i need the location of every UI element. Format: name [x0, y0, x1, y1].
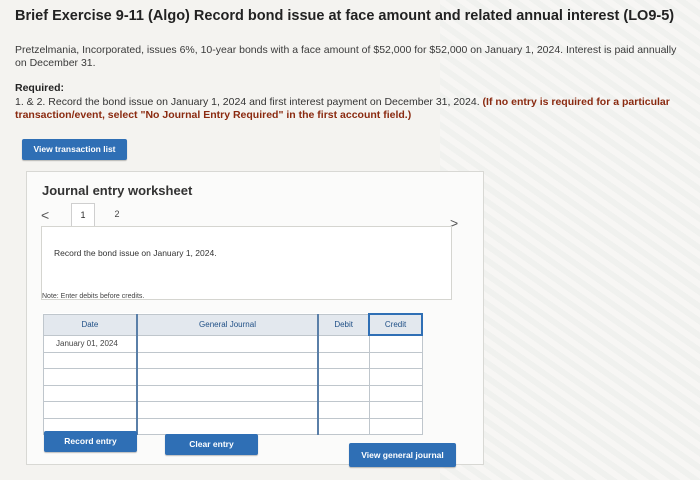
table-row	[42, 368, 423, 386]
credit-header: Credit	[368, 313, 423, 336]
debit-header: Debit	[317, 313, 370, 336]
debit-cell[interactable]	[317, 401, 370, 419]
required-text: 1. & 2. Record the bond issue on January…	[15, 96, 687, 122]
tab-2[interactable]: 2	[106, 203, 128, 225]
account-cell[interactable]	[135, 417, 320, 435]
debit-cell[interactable]	[317, 417, 370, 435]
required-label: Required:	[15, 82, 65, 94]
credit-cell[interactable]	[368, 401, 423, 419]
table-row	[42, 351, 423, 369]
account-cell[interactable]	[135, 384, 320, 402]
debit-cell[interactable]	[317, 351, 370, 369]
worksheet-title: Journal entry worksheet	[42, 183, 193, 198]
date-cell[interactable]	[42, 351, 138, 369]
problem-intro: Pretzelmania, Incorporated, issues 6%, 1…	[15, 44, 677, 69]
debit-cell[interactable]	[317, 334, 370, 353]
required-instruction: 1. & 2. Record the bond issue on January…	[15, 96, 480, 108]
tab-1[interactable]: 1	[71, 203, 95, 226]
credit-cell[interactable]	[368, 351, 423, 369]
debits-note: Note: Enter debits before credits.	[42, 293, 145, 300]
account-cell[interactable]	[135, 401, 320, 419]
credit-cell[interactable]	[368, 334, 423, 353]
transaction-description: Record the bond issue on January 1, 2024…	[54, 248, 217, 258]
credit-cell[interactable]	[368, 417, 423, 435]
date-header: Date	[42, 313, 138, 336]
credit-cell[interactable]	[368, 368, 423, 386]
debit-cell[interactable]	[317, 384, 370, 402]
general-journal-header: General Journal	[135, 313, 320, 336]
debit-cell[interactable]	[317, 368, 370, 386]
clear-entry-button[interactable]: Clear entry	[165, 434, 258, 455]
table-row: January 01, 2024	[42, 334, 423, 353]
page-title: Brief Exercise 9-11 (Algo) Record bond i…	[15, 8, 675, 24]
table-row	[42, 401, 423, 419]
view-transaction-list-button[interactable]: View transaction list	[22, 139, 127, 160]
date-cell[interactable]: January 01, 2024	[42, 334, 138, 353]
transaction-description-box: Record the bond issue on January 1, 2024…	[41, 226, 452, 300]
table-row	[42, 384, 423, 402]
account-cell[interactable]	[135, 368, 320, 386]
date-cell[interactable]	[42, 401, 138, 419]
journal-entry-worksheet: Journal entry worksheet < 1 2 > Record t…	[26, 171, 484, 467]
account-cell[interactable]	[135, 334, 320, 353]
credit-cell[interactable]	[368, 384, 423, 402]
journal-table: Date General Journal Debit Credit Januar…	[42, 313, 423, 435]
prev-arrow-icon[interactable]: <	[41, 207, 49, 223]
date-cell[interactable]	[42, 384, 138, 402]
account-cell[interactable]	[135, 351, 320, 369]
date-cell[interactable]	[42, 368, 138, 386]
record-entry-button[interactable]: Record entry	[44, 431, 137, 452]
view-general-journal-button[interactable]: View general journal	[349, 443, 456, 467]
